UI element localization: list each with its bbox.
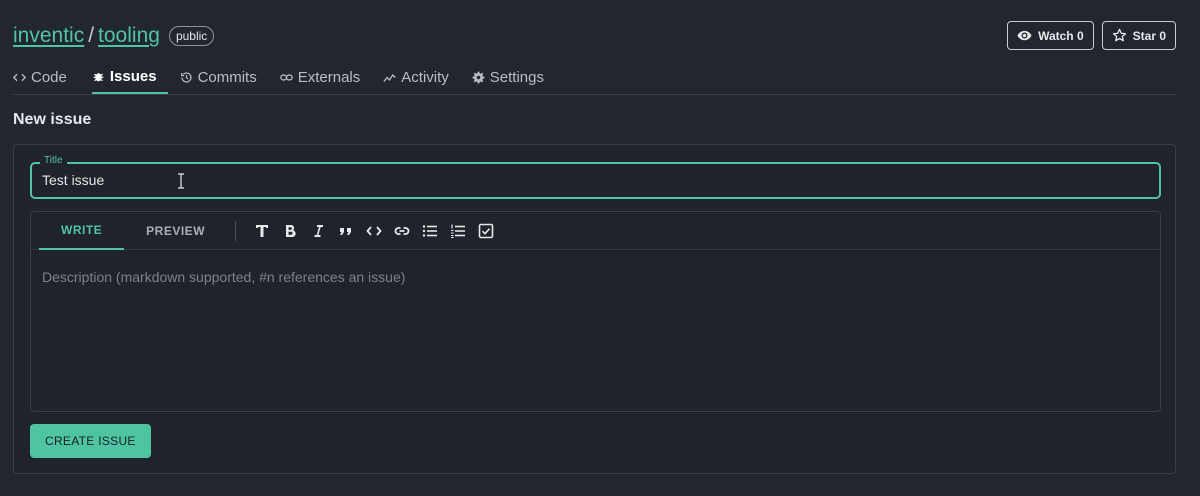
title-input[interactable]: Test issue bbox=[42, 172, 104, 188]
link-icon bbox=[279, 73, 293, 81]
tab-commits-label: Commits bbox=[197, 68, 257, 86]
description-editor: WRITE PREVIEW Description (markdown supp… bbox=[30, 211, 1161, 412]
code-icon bbox=[13, 73, 26, 81]
visibility-badge: public bbox=[168, 26, 215, 46]
text-cursor-icon bbox=[178, 173, 184, 189]
title-field[interactable]: Title Test issue bbox=[30, 155, 1161, 199]
bullet-list-button[interactable] bbox=[416, 219, 444, 243]
tab-issues-label: Issues bbox=[109, 67, 157, 85]
link-button[interactable] bbox=[388, 219, 416, 243]
italic-icon bbox=[314, 224, 324, 237]
checkbox-button[interactable] bbox=[472, 219, 500, 243]
quote-icon bbox=[340, 227, 352, 235]
checkbox-icon bbox=[478, 223, 494, 238]
repo-name-link[interactable]: tooling bbox=[98, 24, 160, 48]
bullet-list-icon bbox=[422, 224, 438, 237]
preview-tab[interactable]: PREVIEW bbox=[124, 212, 227, 250]
eye-icon bbox=[1017, 30, 1032, 41]
repo-tabs: Code Issues Commits Externals Activity S… bbox=[13, 60, 1176, 95]
code-icon bbox=[366, 225, 382, 236]
tab-code-label: Code bbox=[31, 68, 67, 86]
watch-button[interactable]: Watch 0 bbox=[1007, 21, 1094, 50]
italic-button[interactable] bbox=[304, 219, 332, 243]
numbered-list-button[interactable] bbox=[444, 219, 472, 243]
numbered-list-icon bbox=[451, 224, 466, 238]
create-issue-button[interactable]: CREATE ISSUE bbox=[30, 424, 151, 458]
page-title: New issue bbox=[13, 111, 92, 128]
activity-icon bbox=[383, 73, 396, 82]
bold-button[interactable] bbox=[276, 219, 304, 243]
write-tab[interactable]: WRITE bbox=[39, 212, 125, 250]
repo-separator: / bbox=[88, 24, 95, 47]
tab-settings[interactable]: Settings bbox=[472, 60, 555, 94]
title-field-label: Title bbox=[40, 155, 67, 166]
tab-code[interactable]: Code bbox=[13, 60, 78, 94]
star-icon bbox=[1112, 28, 1126, 42]
history-icon bbox=[180, 71, 192, 83]
heading-icon bbox=[256, 224, 269, 237]
star-button[interactable]: Star 0 bbox=[1101, 21, 1176, 50]
code-button[interactable] bbox=[360, 219, 388, 243]
repo-title: inventic / tooling public bbox=[13, 22, 215, 50]
tab-activity[interactable]: Activity bbox=[383, 60, 460, 94]
tab-issues[interactable]: Issues bbox=[91, 60, 168, 94]
heading-button[interactable] bbox=[248, 219, 276, 243]
header-actions: Watch 0 Star 0 bbox=[1007, 21, 1176, 50]
tab-settings-label: Settings bbox=[489, 68, 544, 86]
watch-label: Watch 0 bbox=[1038, 28, 1084, 43]
bug-icon bbox=[93, 72, 104, 81]
page: inventic / tooling public Watch 0 Star 0… bbox=[0, 0, 1200, 496]
link-icon bbox=[394, 226, 410, 235]
gear-icon bbox=[472, 71, 485, 84]
repo-owner-link[interactable]: inventic bbox=[13, 24, 84, 48]
description-input[interactable]: Description (markdown supported, #n refe… bbox=[42, 269, 405, 285]
tab-commits[interactable]: Commits bbox=[180, 60, 268, 94]
tab-externals[interactable]: Externals bbox=[279, 60, 372, 94]
new-issue-form: Title Test issue WRITE PREVIEW Descripti… bbox=[13, 144, 1176, 474]
bold-icon bbox=[286, 224, 296, 237]
editor-toolbar: WRITE PREVIEW bbox=[31, 212, 1160, 250]
tab-activity-label: Activity bbox=[401, 68, 449, 86]
star-label: Star 0 bbox=[1132, 28, 1166, 43]
quote-button[interactable] bbox=[332, 219, 360, 243]
toolbar-divider bbox=[235, 220, 237, 241]
tab-externals-label: Externals bbox=[297, 68, 361, 86]
